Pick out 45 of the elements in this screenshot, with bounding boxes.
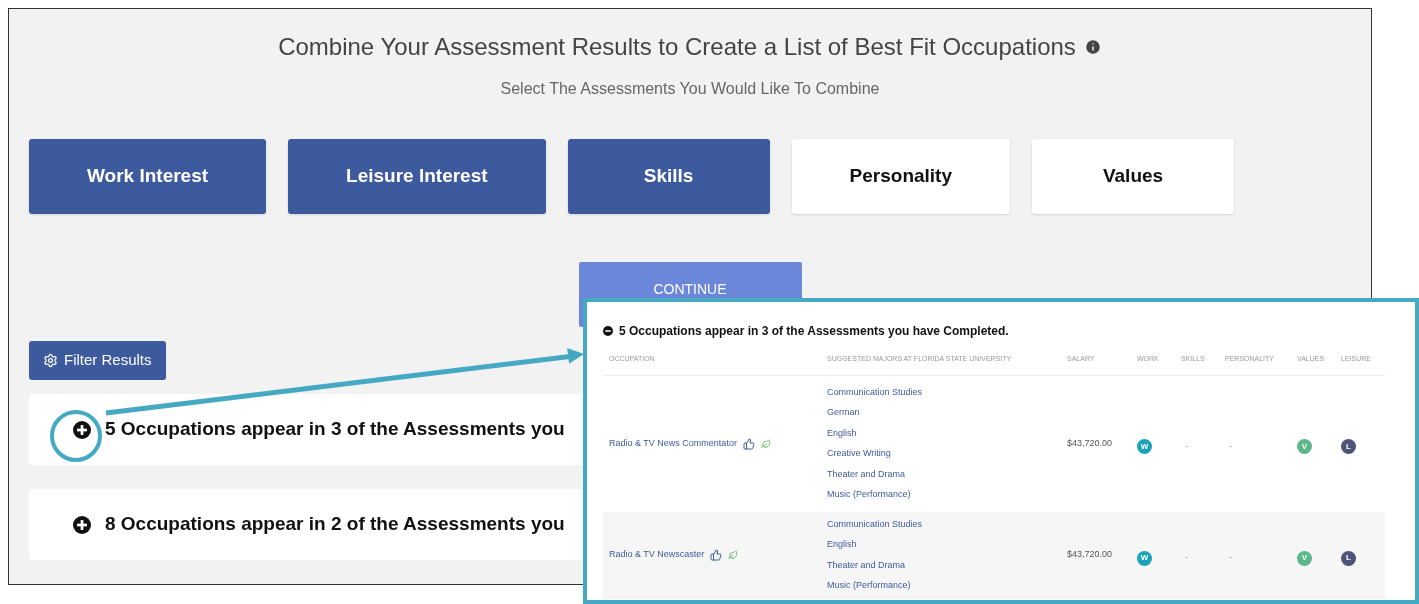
assessment-badge: L <box>1341 439 1356 454</box>
major-link[interactable]: German <box>827 406 1067 420</box>
assessment-badge: W <box>1137 439 1152 454</box>
assessment-toggle[interactable]: Leisure Interest <box>288 139 546 214</box>
empty-mark: - <box>1184 552 1188 562</box>
group-title: 5 Occupations appear in 3 of the Assessments you <box>105 417 565 442</box>
group-title: 8 Occupations appear in 2 of the Assessments you <box>105 512 565 537</box>
major-link[interactable]: Theater and Drama <box>827 467 1067 481</box>
highlight-circle <box>50 410 102 462</box>
assessment-badge: V <box>1297 550 1312 566</box>
assessment-badge: W <box>1137 550 1152 566</box>
assessment-toggle[interactable]: Skills <box>567 139 770 214</box>
assessment-toggle[interactable]: Values <box>1032 139 1234 214</box>
gear-icon <box>43 353 58 368</box>
major-link[interactable]: Music (Performance) <box>827 579 1067 593</box>
assessment-badge: L <box>1341 550 1356 566</box>
empty-mark: - <box>1184 440 1188 451</box>
thumbs-up-icon[interactable] <box>742 437 755 450</box>
major-link[interactable]: Music (Performance) <box>827 488 1067 502</box>
page-title: Combine Your Assessment Results to Create a List of Best Fit Occupations <box>278 32 1076 62</box>
table-row[interactable]: Radio & TV Newscaster Communication Studies English Theater and Drama Music (Performance) $43,720.00 W - - V L <box>603 511 1385 599</box>
assessment-toggle[interactable]: Work Interest <box>29 139 267 214</box>
empty-mark: - <box>1228 440 1232 451</box>
major-link[interactable]: Theater and Drama <box>827 558 1067 572</box>
page-subtitle: Select The Assessments You Would Like To Combine <box>500 79 880 99</box>
salary-text: $43,720.00 <box>1067 436 1114 450</box>
filter-results-button[interactable]: Filter Results <box>29 341 166 380</box>
major-link[interactable]: English <box>827 426 1067 440</box>
occupation-link[interactable]: Radio & TV News Commentator <box>609 436 737 451</box>
major-link[interactable]: English <box>827 538 1067 552</box>
plus-circle-icon[interactable] <box>73 515 91 534</box>
assessment-badge: V <box>1297 439 1312 454</box>
minus-circle-icon[interactable] <box>603 326 613 336</box>
empty-mark: - <box>1228 552 1232 562</box>
occupation-link[interactable]: Radio & TV Newscaster <box>609 548 705 562</box>
thumbs-up-icon[interactable] <box>710 549 723 561</box>
leaf-icon <box>760 438 771 449</box>
leaf-icon <box>728 550 739 560</box>
major-link[interactable]: Communication Studies <box>827 385 1067 399</box>
plus-circle-icon[interactable] <box>73 420 91 439</box>
assessment-toggle[interactable]: Personality <box>791 139 1010 214</box>
info-icon[interactable] <box>1083 38 1102 56</box>
major-link[interactable]: Creative Writing <box>827 447 1067 461</box>
salary-text: $43,720.00 <box>1067 548 1114 562</box>
major-link[interactable]: Communication Studies <box>827 517 1067 531</box>
